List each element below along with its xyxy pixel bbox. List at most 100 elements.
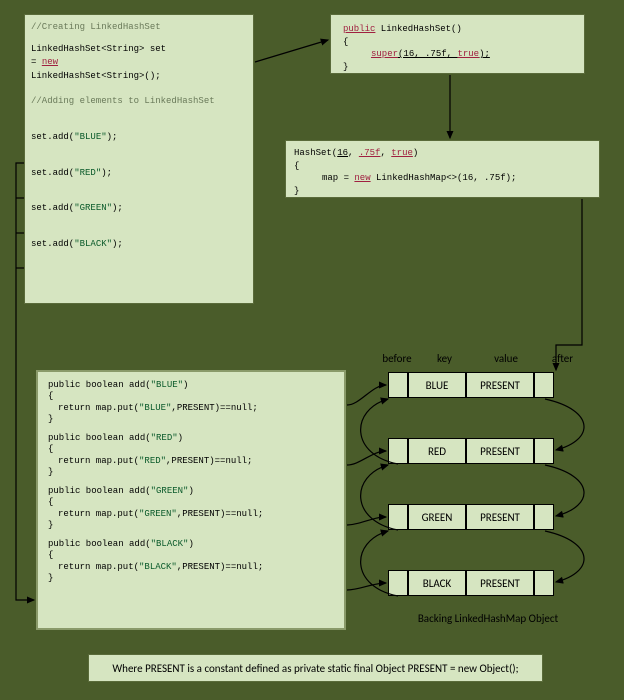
brace: { bbox=[48, 550, 334, 561]
header-after: after bbox=[543, 352, 583, 365]
brace: } bbox=[343, 61, 572, 74]
code-line: = new bbox=[31, 56, 247, 69]
node-row: BLACK PRESENT bbox=[388, 570, 554, 596]
string: "GREEN" bbox=[74, 203, 112, 213]
text: LinkedHashSet() bbox=[375, 24, 461, 34]
add-method-block: public boolean add("BLACK"){return map.p… bbox=[48, 539, 334, 584]
brace: { bbox=[48, 497, 334, 508]
text: .75f bbox=[359, 148, 381, 158]
text: ); bbox=[107, 132, 118, 142]
brace: } bbox=[48, 573, 334, 584]
node-row: RED PRESENT bbox=[388, 438, 554, 464]
text: set.add( bbox=[31, 132, 74, 142]
brace: { bbox=[48, 391, 334, 402]
code-line: return map.put("BLACK",PRESENT)==null; bbox=[48, 562, 334, 573]
text: ) bbox=[413, 148, 418, 158]
text: = bbox=[31, 57, 42, 67]
text: (16, bbox=[398, 49, 425, 59]
keyword: super bbox=[371, 49, 398, 59]
string: "BLUE" bbox=[74, 132, 106, 142]
backing-caption: Backing LinkedHashMap Object bbox=[388, 612, 588, 625]
code-line: super(16, .75f, true); bbox=[343, 48, 572, 61]
code-line: return map.put("BLUE",PRESENT)==null; bbox=[48, 403, 334, 414]
footer-note: Where PRESENT is a constant defined as p… bbox=[88, 654, 543, 682]
cell-key: BLACK bbox=[408, 570, 466, 596]
text: set.add( bbox=[31, 168, 74, 178]
code-box-creating: //Creating LinkedHashSet LinkedHashSet<S… bbox=[24, 14, 254, 304]
cell-key: RED bbox=[408, 438, 466, 464]
code-line: LinkedHashSet<String> set bbox=[31, 43, 247, 56]
text: , bbox=[348, 148, 359, 158]
add-methods-box: public boolean add("BLUE"){return map.pu… bbox=[36, 370, 346, 630]
text: 16 bbox=[337, 148, 348, 158]
cell-after bbox=[534, 372, 554, 398]
node-row: GREEN PRESENT bbox=[388, 504, 554, 530]
cell-after bbox=[534, 438, 554, 464]
text: set.add( bbox=[31, 203, 74, 213]
cell-key: GREEN bbox=[408, 504, 466, 530]
cell-value: PRESENT bbox=[466, 570, 534, 596]
keyword: true bbox=[391, 148, 413, 158]
header-before: before bbox=[377, 352, 417, 365]
add-method-block: public boolean add("RED"){return map.put… bbox=[48, 433, 334, 478]
add-call-green: set.add("GREEN"); bbox=[31, 202, 247, 215]
add-call-blue: set.add("BLUE"); bbox=[31, 131, 247, 144]
keyword: public bbox=[343, 24, 375, 34]
code-line: public boolean add("BLUE") bbox=[48, 380, 334, 391]
text: ); bbox=[112, 239, 123, 249]
cell-value: PRESENT bbox=[466, 372, 534, 398]
comment: //Creating LinkedHashSet bbox=[31, 21, 247, 34]
text: .75f bbox=[425, 49, 447, 59]
code-line: map = new LinkedHashMap<>(16, .75f); bbox=[294, 172, 591, 185]
text: ); bbox=[101, 168, 112, 178]
code-line: return map.put("RED",PRESENT)==null; bbox=[48, 456, 334, 467]
keyword: true bbox=[457, 49, 479, 59]
cell-value: PRESENT bbox=[466, 438, 534, 464]
brace: } bbox=[294, 185, 591, 198]
brace: } bbox=[48, 414, 334, 425]
keyword: new bbox=[354, 173, 370, 183]
text: LinkedHashMap<>(16, .75f); bbox=[371, 173, 517, 183]
cell-value: PRESENT bbox=[466, 504, 534, 530]
text: set.add( bbox=[31, 239, 74, 249]
cell-before bbox=[388, 570, 408, 596]
code-line: HashSet(16, .75f, true) bbox=[294, 147, 591, 160]
text: , bbox=[447, 49, 458, 59]
brace: { bbox=[343, 36, 572, 49]
cell-key: BLUE bbox=[408, 372, 466, 398]
header-value: value bbox=[472, 352, 540, 365]
code-line: return map.put("GREEN",PRESENT)==null; bbox=[48, 509, 334, 520]
text: HashSet( bbox=[294, 148, 337, 158]
text: ); bbox=[479, 49, 490, 59]
code-line: public boolean add("RED") bbox=[48, 433, 334, 444]
brace: } bbox=[48, 520, 334, 531]
constructor-box: public LinkedHashSet() { super(16, .75f,… bbox=[330, 14, 585, 74]
brace: { bbox=[48, 444, 334, 455]
string: "BLACK" bbox=[74, 239, 112, 249]
code-line: LinkedHashSet<String>(); bbox=[31, 70, 247, 83]
add-method-block: public boolean add("GREEN"){return map.p… bbox=[48, 486, 334, 531]
cell-before bbox=[388, 372, 408, 398]
text: , bbox=[380, 148, 391, 158]
header-key: key bbox=[420, 352, 470, 365]
node-headers: before key value after bbox=[377, 352, 583, 365]
keyword-new: new bbox=[42, 57, 58, 67]
code-line: public LinkedHashSet() bbox=[343, 23, 572, 36]
add-call-red: set.add("RED"); bbox=[31, 167, 247, 180]
comment: //Adding elements to LinkedHashSet bbox=[31, 95, 247, 108]
string: "RED" bbox=[74, 168, 101, 178]
cell-after bbox=[534, 570, 554, 596]
brace: { bbox=[294, 160, 591, 173]
text: map = bbox=[322, 173, 354, 183]
add-call-black: set.add("BLACK"); bbox=[31, 238, 247, 251]
brace: } bbox=[48, 467, 334, 478]
code-line: public boolean add("GREEN") bbox=[48, 486, 334, 497]
code-line: public boolean add("BLACK") bbox=[48, 539, 334, 550]
node-row: BLUE PRESENT bbox=[388, 372, 554, 398]
cell-before bbox=[388, 504, 408, 530]
cell-before bbox=[388, 438, 408, 464]
add-method-block: public boolean add("BLUE"){return map.pu… bbox=[48, 380, 334, 425]
cell-after bbox=[534, 504, 554, 530]
text: ); bbox=[112, 203, 123, 213]
hashset-box: HashSet(16, .75f, true) { map = new Link… bbox=[285, 140, 600, 198]
